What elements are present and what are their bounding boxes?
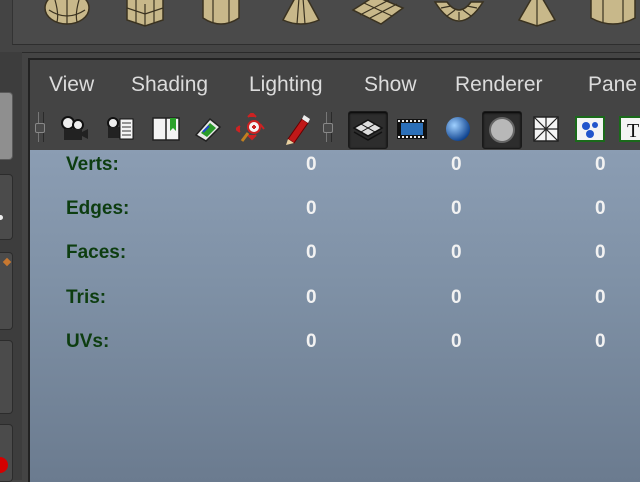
camera-tools-icon[interactable]: [236, 113, 268, 145]
smooth-shade-icon[interactable]: [442, 113, 474, 145]
isolate-select-icon[interactable]: [574, 113, 606, 145]
hud-label-faces: Faces:: [66, 242, 127, 263]
grease-pencil-icon[interactable]: [280, 113, 312, 145]
menu-renderer[interactable]: Renderer: [455, 73, 543, 97]
toolbox-layout-button[interactable]: [0, 424, 13, 482]
camera-attributes-icon[interactable]: [104, 113, 136, 145]
poly-cone-icon[interactable]: [273, 0, 329, 28]
hud-uvs-total: 0: [595, 331, 606, 352]
hud-edges-total: 0: [595, 198, 606, 219]
hud-uvs-selected: 0: [451, 331, 462, 352]
poly-sphere-icon[interactable]: [39, 0, 95, 28]
hud-faces-total: 0: [595, 242, 606, 263]
hud-label-edges: Edges:: [66, 198, 130, 219]
shelf-tray: [12, 0, 640, 45]
hud-label-tris: Tris:: [66, 287, 107, 308]
hud-edges-selected: 0: [451, 198, 462, 219]
shaded-icon[interactable]: [482, 111, 522, 149]
select-camera-icon[interactable]: [58, 113, 90, 145]
hud-edges-object: 0: [306, 198, 317, 219]
hud-faces-selected: 0: [451, 242, 462, 263]
text-icon[interactable]: T: [618, 113, 640, 145]
hud-tris-object: 0: [306, 287, 317, 308]
toolbox-rotate-button[interactable]: [0, 252, 13, 330]
toolbar-grip-right[interactable]: [323, 112, 333, 142]
hud-label-uvs: UVs:: [66, 331, 110, 352]
toolbox-scale-button[interactable]: [0, 340, 13, 414]
poly-plane-icon[interactable]: [349, 0, 405, 28]
film-gate-icon[interactable]: [396, 113, 428, 145]
hud-uvs-object: 0: [306, 331, 317, 352]
poly-pyramid-icon[interactable]: [509, 0, 565, 28]
rotate-handle-icon: [2, 257, 12, 267]
svg-text:T: T: [627, 120, 639, 142]
toolbox-select-button[interactable]: [0, 92, 13, 160]
menu-view[interactable]: View: [49, 73, 94, 97]
panel-toolbar: T: [30, 106, 640, 150]
menu-show[interactable]: Show: [364, 73, 417, 97]
poly-pipe-icon[interactable]: [585, 0, 640, 28]
menu-shading[interactable]: Shading: [131, 73, 208, 97]
toolbox: [0, 52, 22, 482]
wireframe-on-shaded-icon[interactable]: [348, 111, 388, 149]
hud-faces-object: 0: [306, 242, 317, 263]
poly-cube-icon[interactable]: [117, 0, 173, 28]
hud-tris-total: 0: [595, 287, 606, 308]
poly-torus-icon[interactable]: [431, 0, 487, 28]
viewport[interactable]: Verts: 0 0 0 Edges: 0 0 0 Faces: 0 0 0 T…: [30, 150, 640, 482]
toolbar-grip-left[interactable]: [35, 112, 45, 142]
move-handle-icon: [0, 215, 3, 220]
model-panel: View Shading Lighting Show Renderer Pane: [28, 58, 640, 482]
bookmarks-icon[interactable]: [150, 113, 182, 145]
hud-tris-selected: 0: [451, 287, 462, 308]
xray-icon[interactable]: [530, 113, 562, 145]
hud-label-verts: Verts:: [66, 154, 119, 175]
toolbox-move-button[interactable]: [0, 174, 13, 240]
menu-panels[interactable]: Pane: [588, 73, 637, 97]
hud-verts-object: 0: [306, 154, 317, 175]
record-icon: [0, 457, 8, 473]
menu-lighting[interactable]: Lighting: [249, 73, 323, 97]
shelf-bar: [0, 0, 640, 53]
hud-verts-total: 0: [595, 154, 606, 175]
panel-menubar: View Shading Lighting Show Renderer Pane: [30, 60, 640, 106]
image-plane-icon[interactable]: [192, 113, 224, 145]
hud-verts-selected: 0: [451, 154, 462, 175]
poly-cylinder-icon[interactable]: [193, 0, 249, 28]
